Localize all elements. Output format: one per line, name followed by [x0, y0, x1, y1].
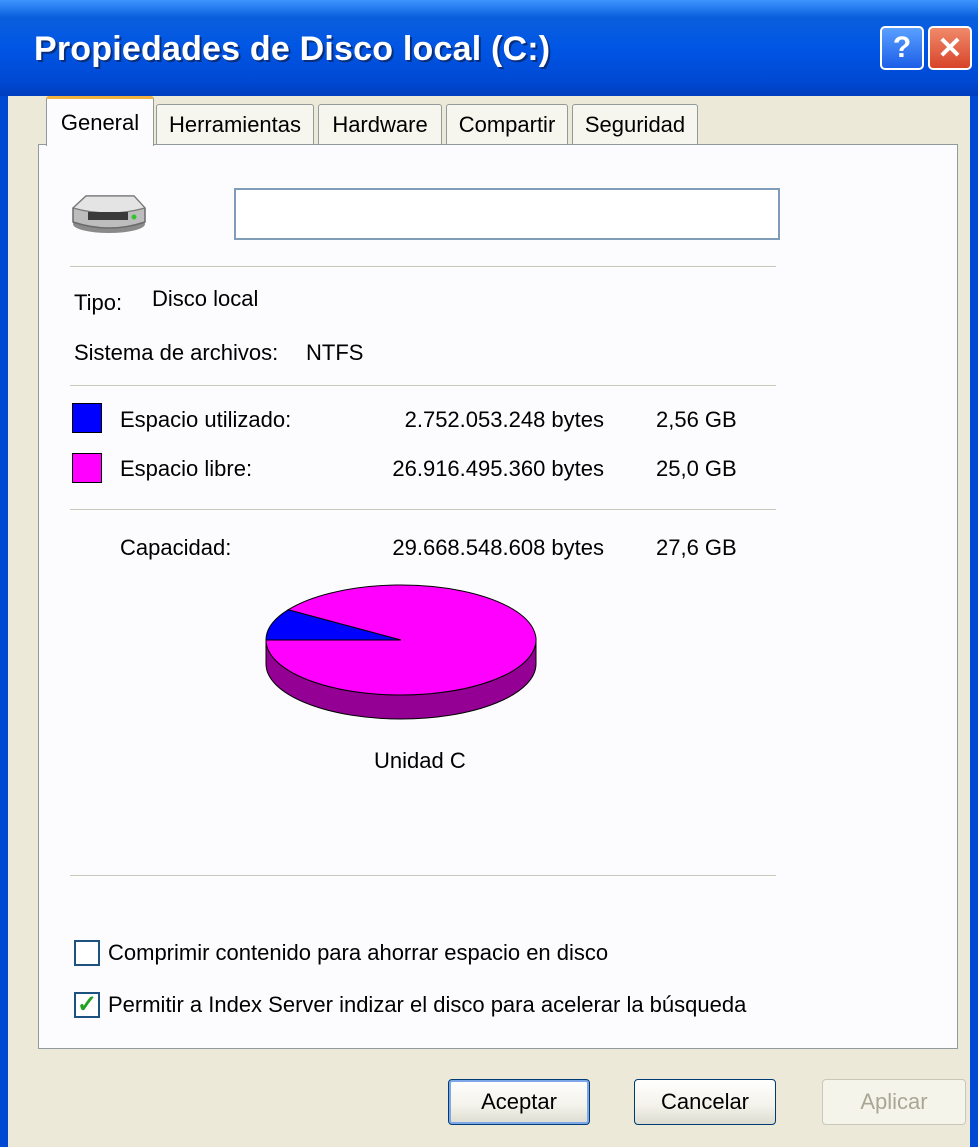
- divider: [70, 385, 776, 387]
- compress-label[interactable]: Comprimir contenido para ahorrar espacio…: [108, 940, 608, 966]
- filesystem-value: NTFS: [306, 340, 364, 365]
- filesystem-label: Sistema de archivos:: [74, 340, 279, 365]
- drive-label: Unidad C: [374, 748, 466, 773]
- used-space-label: Espacio utilizado:: [120, 407, 292, 432]
- apply-button[interactable]: Aplicar: [822, 1079, 966, 1125]
- used-space-size: 2,56 GB: [656, 407, 737, 432]
- window-title: Propiedades de Disco local (C:): [34, 30, 551, 68]
- hard-drive-icon: [71, 195, 147, 233]
- pie-slice-free: [265, 584, 537, 696]
- drive-name-input[interactable]: [234, 188, 780, 240]
- properties-window: Propiedades de Disco local (C:) ? ✕ Gene…: [0, 0, 978, 1147]
- tab-seguridad[interactable]: Seguridad: [572, 104, 698, 144]
- tab-herramientas[interactable]: Herramientas: [156, 104, 314, 144]
- window-frame-right: [970, 96, 978, 1147]
- index-server-label[interactable]: Permitir a Index Server indizar el disco…: [108, 992, 746, 1018]
- help-button[interactable]: ?: [880, 26, 924, 70]
- tab-compartir[interactable]: Compartir: [446, 104, 568, 144]
- window-frame-left: [0, 96, 8, 1147]
- free-space-bytes: 26.916.495.360 bytes: [392, 456, 604, 481]
- free-space-size: 25,0 GB: [656, 456, 737, 481]
- title-bar[interactable]: Propiedades de Disco local (C:) ? ✕: [0, 0, 978, 96]
- divider: [70, 266, 776, 268]
- cancel-button[interactable]: Cancelar: [634, 1079, 776, 1125]
- type-value: Disco local: [152, 286, 259, 311]
- divider: [70, 875, 776, 877]
- used-space-bytes: 2.752.053.248 bytes: [404, 407, 604, 432]
- divider: [70, 509, 776, 511]
- index-server-checkbox[interactable]: ✓: [74, 992, 100, 1018]
- capacity-label: Capacidad:: [120, 535, 232, 560]
- disk-usage-pie-chart: [265, 584, 537, 720]
- capacity-bytes: 29.668.548.608 bytes: [392, 535, 604, 560]
- compress-checkbox[interactable]: [74, 940, 100, 966]
- type-label: Tipo:: [74, 290, 123, 315]
- free-space-color-swatch: [72, 453, 102, 483]
- free-space-label: Espacio libre:: [120, 456, 253, 481]
- tab-hardware[interactable]: Hardware: [318, 104, 442, 144]
- used-space-color-swatch: [72, 403, 102, 433]
- close-button[interactable]: ✕: [928, 26, 972, 70]
- tab-general[interactable]: General: [46, 96, 154, 146]
- capacity-size: 27,6 GB: [656, 535, 737, 560]
- ok-button[interactable]: Aceptar: [448, 1079, 590, 1125]
